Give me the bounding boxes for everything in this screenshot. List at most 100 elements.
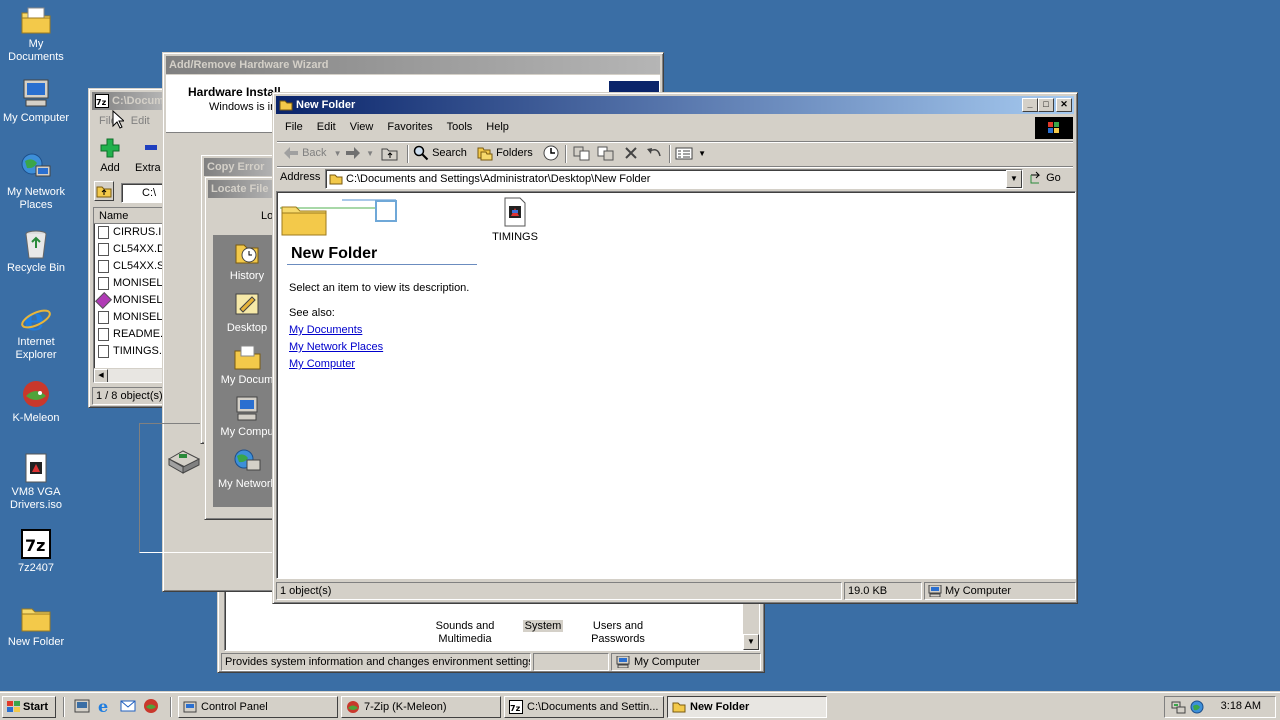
- file-name: CL54XX.DLL: [113, 243, 168, 255]
- horizontal-scrollbar[interactable]: ◀: [94, 368, 168, 382]
- start-button[interactable]: Start: [2, 696, 56, 718]
- folders-button[interactable]: Folders: [477, 142, 533, 164]
- list-item[interactable]: TIMINGS.D: [94, 343, 168, 360]
- maximize-button[interactable]: □: [1038, 98, 1054, 112]
- task-label: 7-Zip (K-Meleon): [364, 701, 447, 713]
- wizard-heading: Hardware Install: [188, 85, 281, 99]
- desktop-icon-7z2407[interactable]: 7z 7z2407: [0, 528, 72, 575]
- window-title: C:\Documents and Settings: [112, 95, 164, 107]
- undo-button[interactable]: [645, 142, 663, 164]
- volume-globe-icon[interactable]: [1189, 699, 1205, 715]
- copy-to-button[interactable]: [597, 142, 615, 164]
- task-control-panel[interactable]: Control Panel: [178, 696, 338, 718]
- menu-edit[interactable]: Edit: [124, 111, 157, 131]
- link-my-computer[interactable]: My Computer: [289, 358, 355, 370]
- desktop-icon-my-computer[interactable]: My Computer: [0, 78, 72, 125]
- menu-edit[interactable]: Edit: [310, 117, 343, 137]
- explorer-titlebar[interactable]: New Folder _ □ ✕: [276, 96, 1074, 114]
- list-item[interactable]: MONISEL.: [94, 275, 168, 292]
- move-to-icon: [573, 146, 590, 161]
- list-item[interactable]: CL54XX.SYS: [94, 258, 168, 275]
- place-label: My Docum: [220, 374, 274, 386]
- control-panel-item-sounds[interactable]: Sounds and Multimedia: [425, 598, 505, 646]
- desktop-icon-label: My Computer: [2, 112, 70, 124]
- locate-file-titlebar[interactable]: Locate File: [208, 180, 276, 198]
- plus-icon: [100, 138, 120, 158]
- delete-button[interactable]: [623, 142, 639, 164]
- desktop-icon-vm8-iso[interactable]: VM8 VGA Drivers.iso: [0, 452, 72, 512]
- desktop-icon-my-documents[interactable]: My Documents: [0, 4, 72, 64]
- menu-help[interactable]: Help: [479, 117, 516, 137]
- views-dropdown-icon[interactable]: ▼: [698, 149, 706, 158]
- address-input[interactable]: C:\Documents and Settings\Administrator\…: [325, 169, 1023, 189]
- task-new-folder[interactable]: New Folder: [667, 696, 827, 718]
- list-item[interactable]: CL54XX.DLL: [94, 241, 168, 258]
- scroll-down-arrow-icon[interactable]: ▼: [743, 634, 759, 650]
- link-my-documents[interactable]: My Documents: [289, 324, 362, 336]
- k-meleon-icon[interactable]: [143, 698, 159, 714]
- scroll-left-arrow-icon[interactable]: ◀: [94, 369, 108, 382]
- forward-dropdown-icon[interactable]: ▼: [366, 149, 374, 158]
- back-dropdown-icon[interactable]: ▼: [334, 149, 342, 158]
- history-icon: [235, 244, 259, 264]
- list-item[interactable]: CIRRUS.INF: [94, 224, 168, 241]
- desktop-icon-recycle-bin[interactable]: Recycle Bin: [0, 228, 72, 275]
- search-button[interactable]: Search: [413, 142, 467, 164]
- views-button[interactable]: ▼: [675, 142, 706, 164]
- task-documents-and-settings[interactable]: 7z C:\Documents and Settin...: [504, 696, 664, 718]
- k-meleon-icon: [20, 378, 52, 410]
- desktop-icon-label: 7z2407: [17, 562, 55, 574]
- up-folder-button[interactable]: [94, 181, 114, 201]
- place-my-documents[interactable]: My Docum: [213, 343, 281, 386]
- go-button[interactable]: Go: [1029, 169, 1071, 189]
- outlook-express-icon[interactable]: [120, 698, 136, 714]
- control-panel-item-users[interactable]: Users and Passwords: [581, 598, 655, 646]
- place-history[interactable]: History: [213, 239, 281, 282]
- title-underline: [287, 264, 477, 265]
- forward-button[interactable]: ▼: [345, 142, 374, 164]
- task-label: New Folder: [690, 701, 750, 713]
- wizard-titlebar[interactable]: Add/Remove Hardware Wizard: [166, 56, 660, 74]
- status-zone-label: My Computer: [634, 656, 701, 668]
- list-item[interactable]: MONISEL.: [94, 291, 168, 309]
- menu-favorites[interactable]: Favorites: [380, 117, 439, 137]
- up-button[interactable]: [381, 142, 399, 164]
- network-icon: [20, 152, 52, 184]
- minimize-button[interactable]: _: [1022, 98, 1038, 112]
- computer-icon: [236, 396, 258, 421]
- address-dropdown-icon[interactable]: ▼: [1006, 170, 1022, 188]
- menu-file[interactable]: File: [278, 117, 310, 137]
- back-arrow-icon: [284, 147, 298, 160]
- place-my-computer[interactable]: My Compu: [213, 395, 281, 438]
- copy-error-titlebar[interactable]: Copy Error: [204, 158, 276, 176]
- link-my-network-places[interactable]: My Network Places: [289, 341, 383, 353]
- menu-tools[interactable]: Tools: [440, 117, 480, 137]
- file-item-timings[interactable]: TIMINGS: [483, 196, 547, 243]
- place-desktop[interactable]: Desktop: [213, 291, 281, 334]
- column-header-name[interactable]: Name: [94, 208, 168, 224]
- folder-banner-icon: [280, 199, 397, 236]
- task-7zip-kmeleon[interactable]: 7-Zip (K-Meleon): [341, 696, 501, 718]
- folder-title: New Folder: [291, 245, 378, 262]
- place-my-network[interactable]: My Network: [213, 447, 281, 490]
- move-to-button[interactable]: [573, 142, 591, 164]
- internet-explorer-icon[interactable]: e: [97, 698, 113, 714]
- network-connection-icon[interactable]: [1171, 699, 1187, 715]
- desktop-icon-new-folder[interactable]: New Folder: [0, 602, 72, 649]
- list-item[interactable]: MONISEL.: [94, 309, 168, 326]
- show-desktop-icon[interactable]: [74, 698, 90, 714]
- sevenzip-window: C:\Documents and Settings 7z FileEditV A…: [88, 88, 171, 408]
- list-item[interactable]: README.1: [94, 326, 168, 343]
- history-button[interactable]: [542, 142, 560, 164]
- desktop-icon-internet-explorer[interactable]: e Internet Explorer: [0, 300, 72, 362]
- undo-icon: [647, 148, 661, 157]
- close-button[interactable]: ✕: [1056, 98, 1072, 112]
- add-button[interactable]: Add: [95, 137, 125, 174]
- desktop-icon-my-network-places[interactable]: My Network Places: [0, 152, 72, 212]
- desktop-icon-k-meleon[interactable]: K-Meleon: [0, 378, 72, 425]
- task-label: C:\Documents and Settin...: [527, 701, 659, 713]
- folder-up-icon: [96, 186, 112, 198]
- clock[interactable]: 3:18 AM: [1221, 700, 1261, 712]
- menu-view[interactable]: View: [343, 117, 381, 137]
- back-button[interactable]: Back ▼: [283, 142, 342, 164]
